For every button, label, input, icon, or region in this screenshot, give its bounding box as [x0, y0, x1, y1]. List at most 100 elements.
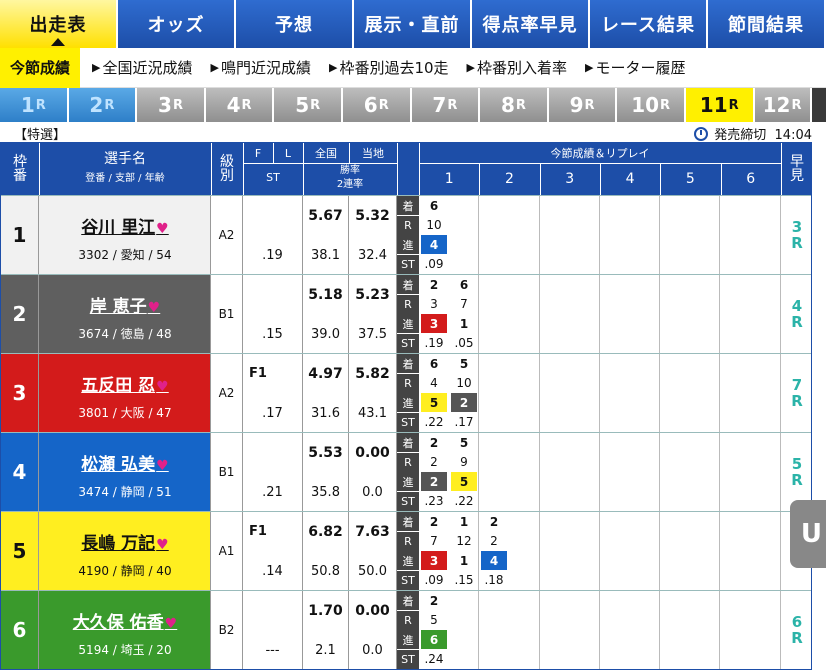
history-day-6	[720, 591, 781, 669]
history-st: .22	[424, 415, 444, 429]
player-name-link[interactable]: 岸 恵子♥	[39, 292, 211, 317]
main-nav: 出走表 オッズ 予想 展示・直前 得点率早見 レース結果 節間結果	[0, 0, 826, 48]
race-tab-11[interactable]: 11 R	[685, 88, 755, 122]
avg-st: .14	[262, 564, 283, 579]
history-day-4	[599, 196, 661, 274]
subnav-item-5[interactable]: ▶ モーター履歴	[585, 48, 685, 88]
race-tab-9[interactable]: 9R	[548, 88, 618, 122]
national-cell: 4.97 31.6	[303, 354, 349, 432]
history-day-2	[479, 275, 540, 353]
history-shin[interactable]: 1	[451, 551, 477, 570]
local-rate: 5.23	[355, 287, 390, 303]
player-name: 松瀬 弘美	[81, 455, 156, 475]
race-tab-4[interactable]: 4R	[205, 88, 275, 122]
heart-icon[interactable]: ♥	[156, 458, 169, 474]
history-shin[interactable]: 5	[421, 393, 447, 412]
frame-number: 2	[1, 275, 39, 353]
history-shin[interactable]: 4	[421, 235, 447, 254]
national-cell: 5.67 38.1	[303, 196, 349, 274]
subnav-item-4[interactable]: ▶ 枠番別入着率	[467, 48, 567, 88]
race-tab-6[interactable]: 6R	[342, 88, 412, 122]
subnav-item-1[interactable]: ▶ 全国近況成績	[92, 48, 192, 88]
nav-tab-4[interactable]: 得点率早見	[472, 0, 590, 48]
race-tab-12[interactable]: 12 R	[754, 88, 812, 122]
player-name-link[interactable]: 谷川 里江♥	[39, 213, 211, 238]
history-day-3	[539, 196, 600, 274]
early-race-link[interactable]: 6 R	[783, 591, 811, 669]
race-tab-2[interactable]: 2R	[68, 88, 138, 122]
header-series: 今節成績＆リプレイ	[550, 147, 650, 160]
header-day-6: 6	[746, 171, 756, 187]
player-name-link[interactable]: 五反田 忍♥	[39, 371, 211, 396]
history-shin[interactable]: 6	[421, 630, 447, 649]
local-2rate: 32.4	[358, 248, 387, 263]
nav-tab-2[interactable]: 予想	[236, 0, 354, 48]
player-name-link[interactable]: 松瀬 弘美♥	[39, 450, 211, 475]
header-divider	[660, 163, 662, 195]
history-shin[interactable]: 1	[451, 314, 477, 333]
history-shin[interactable]: 3	[421, 314, 447, 333]
nav-tab-3[interactable]: 展示・直前	[354, 0, 472, 48]
race-tab-8[interactable]: 8R	[480, 88, 549, 122]
race-tab-10[interactable]: 10 R	[617, 88, 686, 122]
race-tab-7[interactable]: 7R	[411, 88, 481, 122]
nav-tab-1[interactable]: オッズ	[118, 0, 236, 48]
nav-tab-6[interactable]: 節間結果	[708, 0, 826, 48]
race-number: 10	[631, 93, 660, 117]
header-divider	[781, 143, 782, 195]
race-grade-tag: 【特選】	[14, 128, 67, 143]
label-shin: 進	[397, 472, 419, 491]
race-suffix: R	[172, 97, 183, 113]
header-early: 早 見	[790, 154, 804, 184]
heart-icon[interactable]: ♥	[148, 300, 161, 316]
subnav-item-2[interactable]: ▶ 鳴門近況成績	[211, 48, 311, 88]
subnav-label: 枠番別入着率	[477, 59, 568, 77]
side-tab[interactable]: U	[790, 500, 826, 568]
label-r: R	[397, 531, 419, 551]
race-number: 7	[432, 93, 447, 117]
history-chaku: 2	[489, 514, 499, 529]
history-r: 3	[430, 297, 438, 311]
header-l: L	[284, 147, 292, 160]
history-shin[interactable]: 2	[421, 472, 447, 491]
early-race-link[interactable]: 3 R	[783, 196, 811, 274]
f-count: F1	[249, 366, 267, 381]
history-day-3	[539, 591, 600, 669]
history-st: .23	[424, 494, 444, 508]
heart-icon[interactable]: ♥	[156, 379, 169, 395]
header-divider	[303, 163, 397, 164]
nav-tab-5[interactable]: レース結果	[590, 0, 708, 48]
player-name-link[interactable]: 大久保 佑香♥	[39, 608, 211, 633]
heart-icon[interactable]: ♥	[156, 221, 169, 237]
subnav-item-0[interactable]: 今節成績	[0, 47, 81, 88]
history-r: 12	[456, 534, 472, 548]
heart-icon[interactable]: ♥	[156, 537, 169, 553]
header-day-3: 3	[565, 171, 575, 187]
early-race-link[interactable]: 4 R	[783, 275, 811, 353]
early-race-link[interactable]: 7 R	[783, 354, 811, 432]
history-r: 2	[430, 455, 438, 469]
local-rate: 7.63	[355, 524, 390, 540]
history-shin[interactable]: 3	[421, 551, 447, 570]
history-day-3	[539, 433, 600, 511]
nav-tab-0[interactable]: 出走表	[0, 0, 118, 48]
history-shin[interactable]: 2	[451, 393, 477, 412]
label-st: ST	[397, 649, 419, 669]
history-shin[interactable]: 5	[451, 472, 477, 491]
history-day-3	[539, 512, 600, 590]
entry-row-3: 3 五反田 忍♥ 3801 / 大阪 / 47 A2 F1.17 4.97 31.6 5.82…	[1, 353, 811, 432]
national-2rate: 38.1	[311, 248, 340, 263]
race-tab-3[interactable]: 3R	[137, 88, 206, 122]
entry-row-2: 2岸 恵子♥ 3674 / 徳島 / 48 B1.15 5.18 39.0 5.23 37.…	[1, 274, 811, 353]
heart-icon[interactable]: ♥	[165, 616, 178, 632]
player-class: A2	[211, 354, 243, 432]
frame-number: 3	[1, 354, 39, 432]
player-name-link[interactable]: 長嶋 万記♥	[39, 529, 211, 554]
race-tab-1[interactable]: 1R	[0, 88, 69, 122]
subnav-item-3[interactable]: ▶ 枠番別過去10走	[329, 48, 449, 88]
header-day-5: 5	[685, 171, 695, 187]
history-shin[interactable]: 4	[481, 551, 507, 570]
national-rate: 5.53	[308, 445, 343, 461]
race-tab-5[interactable]: 5R	[274, 88, 343, 122]
player-name: 大久保 佑香	[72, 613, 164, 633]
